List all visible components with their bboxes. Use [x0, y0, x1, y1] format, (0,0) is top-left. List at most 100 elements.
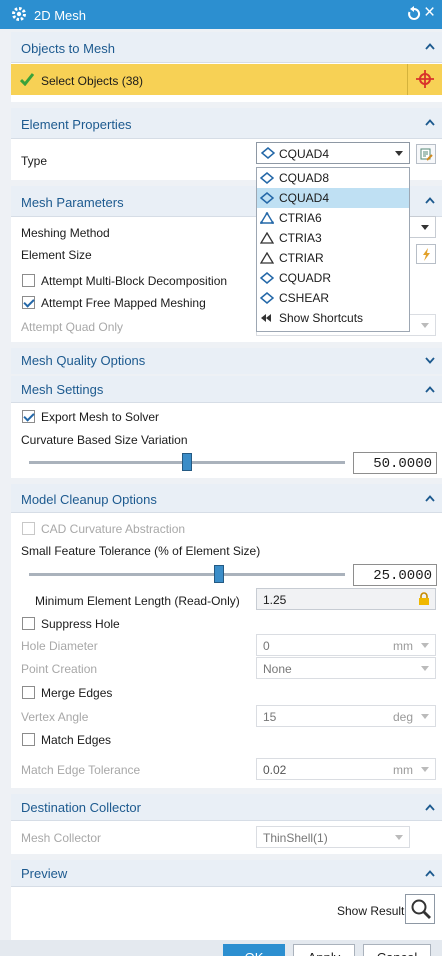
type-select[interactable]: CQUAD4 — [256, 142, 410, 164]
show-result-button[interactable] — [405, 894, 435, 924]
multi-block-label: Attempt Multi-Block Decomposition — [41, 274, 228, 288]
preview-panel: Preview Show Result — [11, 860, 442, 940]
double-arrow-icon — [261, 314, 271, 322]
chevron-up-icon[interactable] — [425, 197, 435, 204]
show-result-label: Show Result — [337, 904, 405, 918]
dropdown-item-label: CQUAD8 — [279, 171, 330, 185]
vertex-angle-label: Vertex Angle — [21, 710, 89, 724]
tria-icon — [260, 252, 274, 264]
free-mapped-checkbox[interactable] — [22, 296, 35, 309]
cad-curvature-checkbox — [22, 522, 35, 535]
mesh-settings-header[interactable]: Mesh Settings — [11, 376, 442, 403]
point-creation-select: None — [256, 657, 436, 679]
section-title: Objects to Mesh — [21, 41, 115, 56]
checkmark-icon — [20, 73, 34, 86]
destination-collector-panel: Destination Collector Mesh Collector Thi… — [11, 794, 442, 854]
dropdown-item-ctriar[interactable]: CTRIAR — [257, 248, 409, 268]
free-mapped-label: Attempt Free Mapped Meshing — [41, 296, 206, 310]
ok-button[interactable]: OK — [223, 944, 285, 956]
export-mesh-checkbox[interactable] — [22, 410, 35, 423]
dropdown-arrow-icon — [421, 767, 429, 772]
apply-button[interactable]: Apply — [293, 944, 355, 956]
hole-diameter-value: 0 — [263, 639, 270, 653]
section-title: Mesh Quality Options — [21, 353, 146, 368]
tria-icon — [260, 232, 274, 244]
element-properties-button[interactable] — [416, 144, 436, 164]
close-icon[interactable]: × — [424, 3, 435, 23]
chevron-down-icon[interactable] — [425, 357, 435, 364]
multi-block-checkbox[interactable] — [22, 274, 35, 287]
chevron-up-icon[interactable] — [425, 804, 435, 811]
properties-icon — [420, 148, 433, 161]
curvature-slider-thumb[interactable] — [182, 453, 192, 471]
small-feature-label: Small Feature Tolerance (% of Element Si… — [21, 544, 261, 558]
quad-icon — [260, 192, 274, 204]
hole-diameter-label: Hole Diameter — [21, 639, 98, 653]
chevron-up-icon[interactable] — [425, 43, 435, 50]
objects-to-mesh-header[interactable]: Objects to Mesh — [11, 32, 442, 63]
select-objects-row[interactable]: Select Objects (38) — [11, 64, 442, 95]
suppress-hole-checkbox[interactable] — [22, 617, 35, 630]
gear-icon — [12, 7, 26, 21]
model-cleanup-panel: Model Cleanup Options CAD Curvature Abst… — [11, 484, 442, 761]
chevron-up-icon[interactable] — [425, 870, 435, 877]
mesh-collector-select: ThinShell(1) — [256, 826, 410, 848]
dropdown-item-cshear[interactable]: CSHEAR — [257, 288, 409, 308]
small-feature-slider-track[interactable] — [29, 573, 345, 576]
min-length-label: Minimum Element Length (Read-Only) — [35, 594, 240, 608]
section-title: Preview — [21, 866, 68, 881]
dropdown-item-ctria6[interactable]: CTRIA6 — [257, 208, 409, 228]
dropdown-item-label: CTRIAR — [279, 251, 324, 265]
dropdown-arrow-icon — [421, 643, 429, 648]
element-properties-header[interactable]: Element Properties — [11, 108, 442, 139]
min-length-value: 1.25 — [263, 593, 287, 607]
match-edges-checkbox[interactable] — [22, 733, 35, 746]
dropdown-item-cquad8[interactable]: CQUAD8 — [257, 168, 409, 188]
preview-header[interactable]: Preview — [11, 860, 442, 887]
merge-edges-checkbox[interactable] — [22, 686, 35, 699]
destination-collector-header[interactable]: Destination Collector — [11, 794, 442, 821]
type-label: Type — [21, 154, 48, 168]
dropdown-item-cquadr[interactable]: CQUADR — [257, 268, 409, 288]
vertex-angle-field: 15 deg — [256, 705, 436, 727]
mesh-quality-header[interactable]: Mesh Quality Options — [11, 348, 442, 374]
section-title: Element Properties — [21, 117, 132, 132]
suppress-hole-label: Suppress Hole — [41, 617, 120, 631]
section-title: Model Cleanup Options — [21, 492, 157, 507]
match-tol-field: 0.02 mm — [256, 758, 436, 780]
vertex-angle-value: 15 — [263, 710, 277, 724]
select-divider — [407, 64, 408, 95]
dropdown-item-label: Show Shortcuts — [279, 311, 364, 325]
chevron-up-icon[interactable] — [425, 495, 435, 502]
chevron-up-icon[interactable] — [425, 386, 435, 393]
vertex-angle-unit: deg — [392, 710, 413, 724]
merge-edges-label: Merge Edges — [41, 686, 113, 700]
reset-icon[interactable] — [407, 6, 421, 22]
auto-size-button[interactable] — [416, 244, 436, 264]
mesh-collector-value: ThinShell(1) — [263, 831, 328, 845]
match-edge-tolerance-row: Match Edge Tolerance 0.02 mm — [11, 755, 442, 788]
mesh-collector-label: Mesh Collector — [21, 831, 102, 845]
dropdown-item-show-shortcuts[interactable]: Show Shortcuts — [257, 308, 409, 328]
curvature-value-field[interactable]: 50.0000 — [353, 452, 437, 474]
dropdown-item-cquad4[interactable]: CQUAD4 — [257, 188, 409, 208]
section-title: Mesh Parameters — [21, 195, 124, 210]
model-cleanup-header[interactable]: Model Cleanup Options — [11, 484, 442, 513]
dropdown-item-label: CTRIA6 — [279, 211, 322, 225]
match-tol-label: Match Edge Tolerance — [21, 763, 141, 777]
cancel-button[interactable]: Cancel — [363, 944, 431, 956]
lightning-icon — [423, 248, 430, 261]
crosshair-icon[interactable] — [416, 70, 434, 88]
magnifier-icon — [411, 899, 431, 919]
dropdown-item-ctria3[interactable]: CTRIA3 — [257, 228, 409, 248]
small-feature-slider-thumb[interactable] — [213, 565, 224, 583]
hole-diameter-field: 0 mm — [256, 634, 436, 656]
chevron-up-icon[interactable] — [425, 119, 435, 126]
mesh-settings-panel: Mesh Settings Export Mesh to Solver Curv… — [11, 376, 442, 478]
mesh-quality-panel: Mesh Quality Options — [11, 348, 442, 374]
small-feature-value-field[interactable]: 25.0000 — [353, 564, 437, 586]
quad-icon — [261, 147, 275, 159]
dropdown-arrow-icon — [421, 323, 429, 328]
export-mesh-label: Export Mesh to Solver — [41, 410, 160, 424]
curvature-label: Curvature Based Size Variation — [21, 433, 188, 447]
